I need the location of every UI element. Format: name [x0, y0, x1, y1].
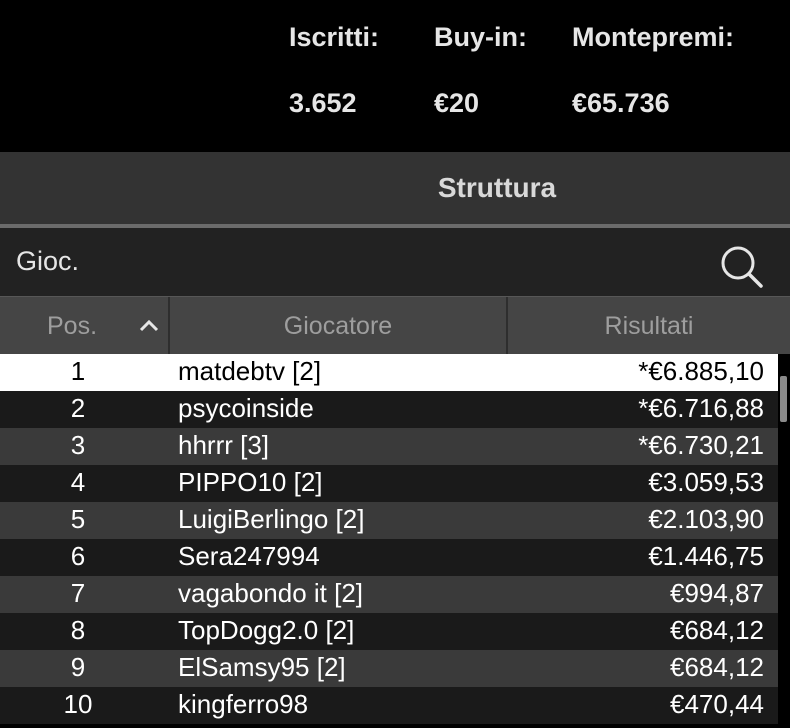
row-position: 10 [63, 689, 93, 719]
table-row[interactable]: 6 Sera247994 €1.446,75 [0, 539, 778, 576]
column-header-player-label: Giocatore [283, 311, 393, 340]
column-header-pos-label: Pos. [46, 311, 98, 340]
row-player-name: psycoinside [178, 393, 314, 423]
row-position: 9 [70, 652, 86, 682]
chevron-up-icon [139, 319, 159, 332]
tournament-stats: Iscritti: Buy-in: Montepremi: 3.652 €20 … [0, 0, 790, 152]
table-row[interactable]: 3 hhrrr [3] *€6.730,21 [0, 428, 778, 465]
row-position: 8 [70, 615, 86, 645]
search-field-text: Gioc. [16, 246, 80, 276]
row-result: *€6.730,21 [638, 430, 764, 460]
structure-tab[interactable]: Struttura [0, 152, 790, 224]
row-result: *€6.716,88 [638, 393, 764, 423]
structure-tab-label: Struttura [437, 172, 557, 203]
prizepool-label: Montepremi: [572, 22, 734, 52]
row-result: €994,87 [670, 578, 764, 608]
entrants-label: Iscritti: [289, 22, 380, 52]
player-search-field[interactable]: Gioc. [0, 228, 790, 296]
prizepool-value: €65.736 [572, 88, 670, 118]
entrants-value: 3.652 [289, 88, 357, 118]
row-position: 3 [70, 430, 86, 460]
row-result: €684,12 [670, 652, 764, 682]
table-row[interactable]: 9 ElSamsy95 [2] €684,12 [0, 650, 778, 687]
results-table: 1 matdebtv [2] *€6.885,10 2 psycoinside … [0, 354, 790, 728]
row-player-name: matdebtv [2] [178, 356, 322, 386]
row-result: €684,12 [670, 615, 764, 645]
row-result: €470,44 [670, 689, 764, 719]
row-result: €3.059,53 [648, 467, 764, 497]
table-row[interactable]: 4 PIPPO10 [2] €3.059,53 [0, 465, 778, 502]
column-header-results-label: Risultati [604, 311, 694, 340]
table-row[interactable]: 7 vagabondo it [2] €994,87 [0, 576, 778, 613]
search-icon[interactable] [717, 242, 765, 290]
column-header-player[interactable]: Giocatore [170, 297, 506, 355]
table-scrollbar[interactable] [778, 354, 790, 728]
row-result: *€6.885,10 [638, 356, 764, 386]
row-player-name: hhrrr [3] [178, 430, 270, 460]
column-header-results[interactable]: Risultati [508, 297, 790, 355]
buyin-label: Buy-in: [434, 22, 527, 52]
column-header-pos[interactable]: Pos. [0, 297, 168, 355]
table-row[interactable]: 8 TopDogg2.0 [2] €684,12 [0, 613, 778, 650]
row-player-name: TopDogg2.0 [2] [178, 615, 355, 645]
row-position: 2 [70, 393, 86, 423]
row-player-name: vagabondo it [2] [178, 578, 364, 608]
row-result: €1.446,75 [648, 541, 764, 571]
row-player-name: PIPPO10 [2] [178, 467, 323, 497]
table-row[interactable]: 1 matdebtv [2] *€6.885,10 [0, 354, 778, 391]
buyin-value: €20 [434, 88, 480, 118]
row-position: 6 [70, 541, 86, 571]
row-player-name: ElSamsy95 [2] [178, 652, 346, 682]
table-row[interactable]: 5 LuigiBerlingo [2] €2.103,90 [0, 502, 778, 539]
row-position: 4 [70, 467, 86, 497]
row-player-name: kingferro98 [178, 689, 309, 719]
table-header: Pos. Giocatore Risultati [0, 296, 790, 355]
table-row[interactable]: 2 psycoinside *€6.716,88 [0, 391, 778, 428]
row-position: 7 [70, 578, 86, 608]
row-player-name: LuigiBerlingo [2] [178, 504, 365, 534]
row-result: €2.103,90 [648, 504, 764, 534]
row-position: 5 [70, 504, 86, 534]
row-position: 1 [70, 356, 86, 386]
scrollbar-thumb[interactable] [780, 376, 787, 422]
table-row[interactable]: 10 kingferro98 €470,44 [0, 687, 778, 724]
row-player-name: Sera247994 [178, 541, 320, 571]
